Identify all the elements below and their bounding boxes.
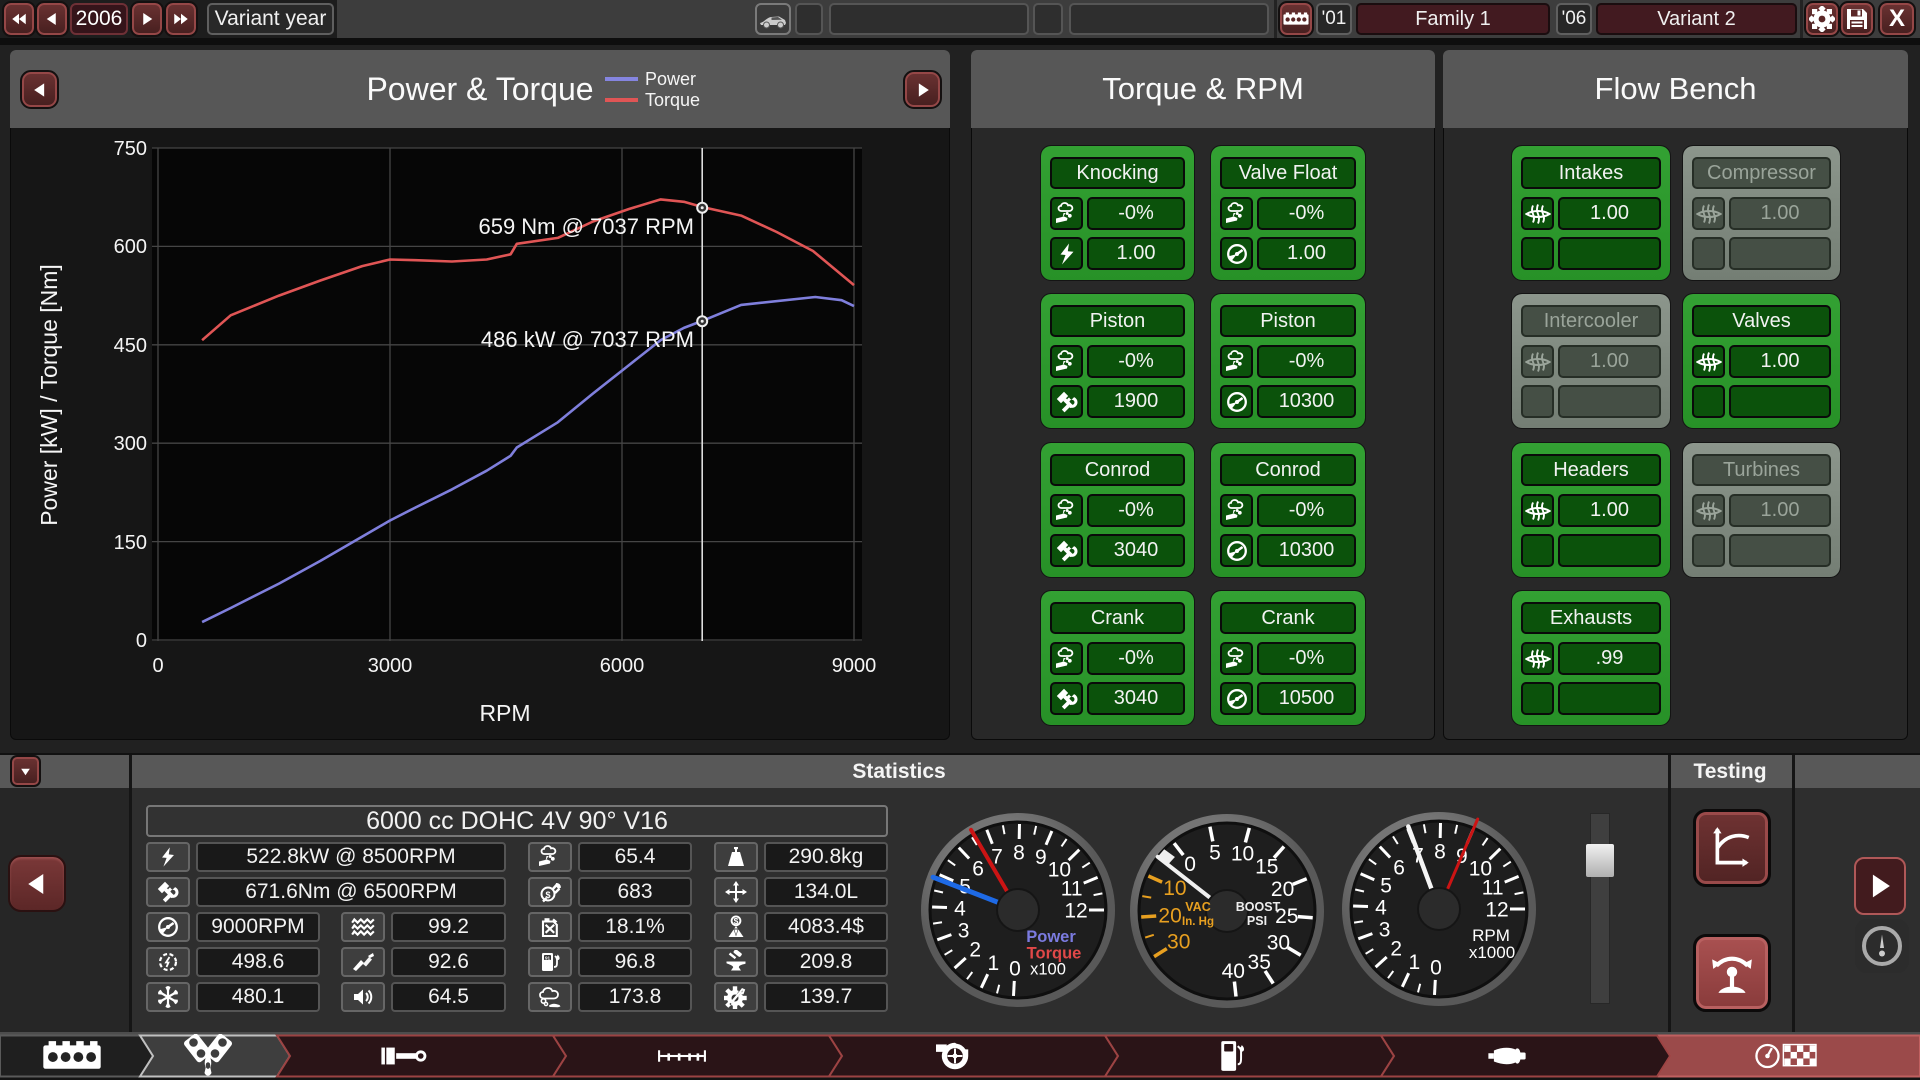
svg-text:300: 300 — [114, 433, 147, 455]
svg-text:20: 20 — [1271, 878, 1294, 901]
svg-text:9: 9 — [1035, 846, 1047, 869]
svg-text:$: $ — [734, 916, 739, 926]
svg-text:20: 20 — [1158, 904, 1181, 927]
svg-text:11: 11 — [1482, 876, 1504, 899]
svg-text:4: 4 — [954, 897, 966, 920]
svg-text:5: 5 — [1380, 875, 1392, 898]
svg-text:11: 11 — [1061, 877, 1083, 900]
svg-text:x100: x100 — [1030, 961, 1066, 979]
svg-text:6000: 6000 — [600, 655, 645, 677]
svg-text:3: 3 — [1379, 918, 1391, 941]
svg-text:15: 15 — [1255, 855, 1278, 878]
svg-text:2: 2 — [1390, 938, 1402, 961]
svg-text:2: 2 — [969, 939, 981, 962]
svg-text:10: 10 — [1163, 877, 1186, 900]
svg-text:Power [kW] / Torque [Nm]: Power [kW] / Torque [Nm] — [36, 264, 62, 526]
svg-text:4: 4 — [1375, 896, 1387, 919]
svg-text:0: 0 — [1009, 957, 1021, 980]
svg-text:91: 91 — [545, 955, 551, 960]
svg-text:In. Hg: In. Hg — [1182, 916, 1214, 928]
svg-text:35: 35 — [1248, 951, 1271, 974]
svg-text:450: 450 — [114, 335, 147, 357]
svg-text:x1000: x1000 — [1469, 943, 1515, 962]
svg-text:600: 600 — [114, 236, 147, 258]
svg-text:8: 8 — [1013, 841, 1025, 864]
svg-text:30: 30 — [1167, 931, 1190, 954]
svg-text:0: 0 — [136, 630, 147, 652]
svg-text:6: 6 — [972, 857, 984, 880]
svg-text:40: 40 — [1222, 960, 1245, 983]
svg-text:BOOST: BOOST — [1236, 900, 1281, 914]
svg-text:Power: Power — [1026, 928, 1076, 946]
svg-text:12: 12 — [1485, 898, 1508, 921]
svg-text:486 kW @ 7037 RPM: 486 kW @ 7037 RPM — [481, 327, 694, 352]
svg-text:6: 6 — [1393, 856, 1405, 879]
svg-text:8: 8 — [1434, 840, 1446, 863]
svg-text:750: 750 — [114, 138, 147, 160]
svg-text:12: 12 — [1064, 899, 1087, 922]
svg-text:9000: 9000 — [832, 655, 877, 677]
svg-text:RPM: RPM — [479, 700, 530, 726]
svg-text:10: 10 — [1231, 842, 1254, 865]
svg-text:0: 0 — [152, 655, 163, 677]
svg-text:3000: 3000 — [368, 655, 413, 677]
svg-text:659 Nm @ 7037 RPM: 659 Nm @ 7037 RPM — [478, 214, 694, 239]
svg-text:VAC: VAC — [1185, 900, 1210, 914]
svg-text:PSI: PSI — [1247, 914, 1267, 928]
svg-text:5: 5 — [1209, 842, 1221, 865]
svg-text:1: 1 — [1408, 951, 1420, 974]
svg-text:3: 3 — [958, 919, 970, 942]
svg-text:0: 0 — [1430, 956, 1442, 979]
svg-text:0: 0 — [1184, 853, 1196, 876]
svg-text:150: 150 — [114, 532, 147, 554]
svg-text:1: 1 — [987, 952, 999, 975]
